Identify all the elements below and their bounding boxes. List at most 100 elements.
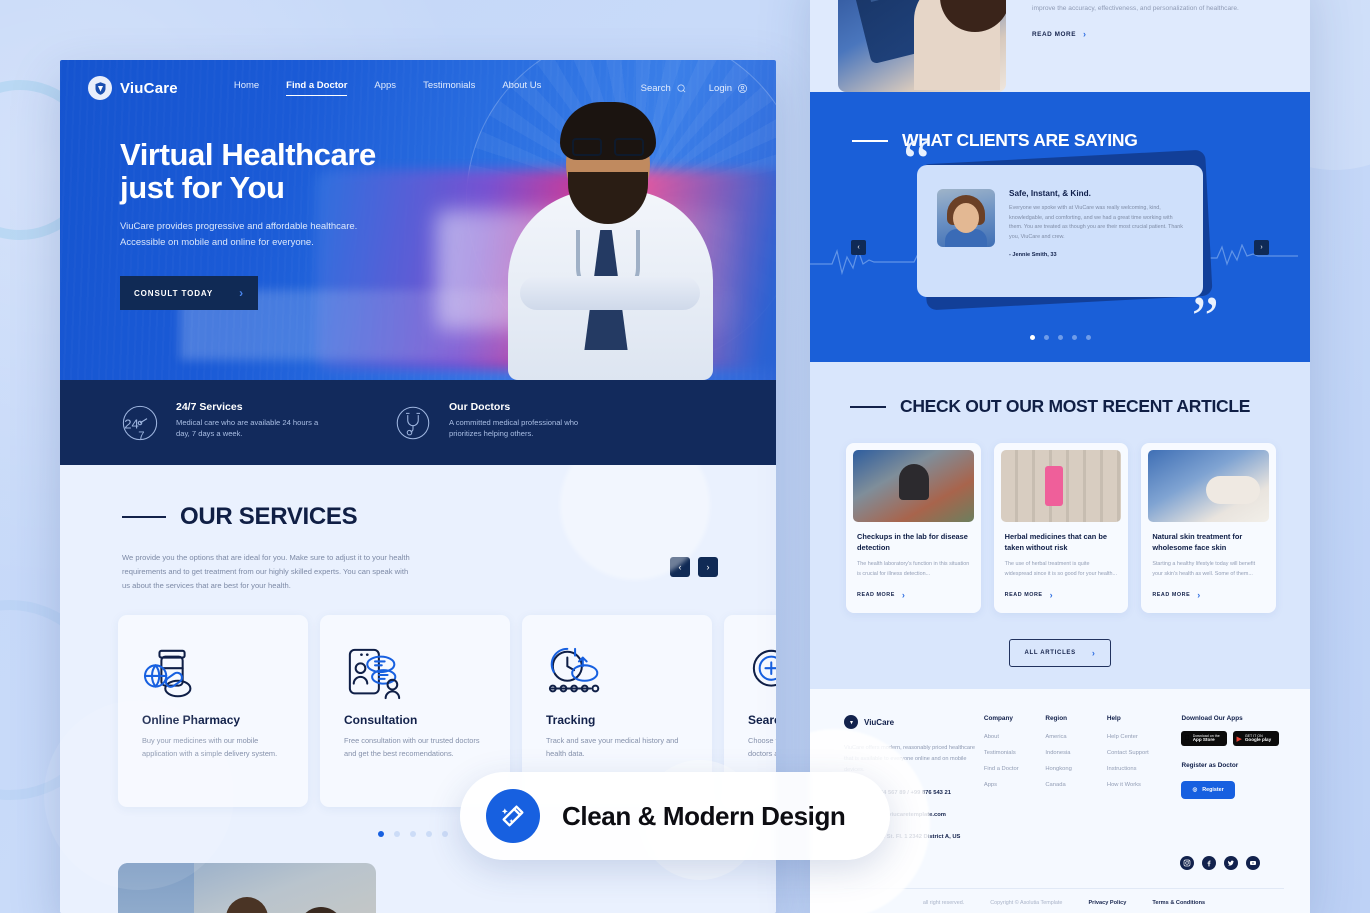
footer-brand[interactable]: ViuCare <box>844 715 984 730</box>
facebook-icon[interactable] <box>1202 856 1216 871</box>
carousel-dot[interactable] <box>410 831 416 838</box>
hero-title-line2: just for You <box>120 170 285 206</box>
login-button[interactable]: Login <box>709 83 748 94</box>
clock-tracking-icon <box>546 641 690 707</box>
articles-card-list: Checkups in the lab for disease detectio… <box>810 417 1310 614</box>
clock-24-7-icon: 24 7 <box>118 401 162 445</box>
carousel-dot[interactable] <box>394 831 400 838</box>
consult-today-button[interactable]: CONSULT TODAY › <box>120 276 259 311</box>
footer-link-hongkong[interactable]: Hongkong <box>1045 766 1107 772</box>
appstore-button[interactable]:  Download on the App Store <box>1181 731 1228 747</box>
service-text: Choose from a wide range of specialist d… <box>748 736 776 759</box>
footer-link-apps[interactable]: Apps <box>984 782 1046 788</box>
register-doctor-button[interactable]: ◎ Register <box>1181 781 1235 800</box>
footer-rights: all right reserved. <box>922 900 965 907</box>
appstore-big-label: App Store <box>1187 737 1215 743</box>
chat-phone-icon <box>344 641 488 707</box>
footer-link-testimonials[interactable]: Testimonials <box>984 750 1046 756</box>
search-button[interactable]: Search <box>641 83 687 94</box>
heading-rule <box>852 139 888 142</box>
footer-link-america[interactable]: America <box>1045 734 1107 740</box>
carousel-dot[interactable] <box>1029 335 1035 340</box>
services-description: We provide you the options that are idea… <box>122 553 410 591</box>
carousel-dot[interactable] <box>1071 335 1077 340</box>
article-read-more-link[interactable]: READ MORE › <box>857 590 905 600</box>
footer-terms-link[interactable]: Terms & Conditions <box>1152 900 1205 906</box>
testimonial-carousel-dots <box>810 335 1310 340</box>
viucare-logo-icon <box>844 715 858 730</box>
testimonial-body: Everyone we spoke with at ViuCare was re… <box>1009 205 1184 240</box>
testimonial-avatar <box>937 189 995 247</box>
article-read-more-link[interactable]: READ MORE › <box>1152 590 1200 600</box>
carousel-dot[interactable] <box>1043 335 1049 340</box>
brand-logo[interactable]: ViuCare <box>88 76 178 100</box>
right-page-mockup: CONNECTIONS Discover how we are utilizin… <box>810 0 1310 913</box>
all-articles-button[interactable]: ALL ARTICLES › <box>1009 639 1111 668</box>
feature-text: Medical care who are available 24 hours … <box>176 417 319 439</box>
footer-link-canada[interactable]: Canada <box>1045 782 1107 788</box>
article-excerpt: The use of herbal treatment is quite wid… <box>1004 561 1118 577</box>
carousel-dot[interactable] <box>378 831 384 838</box>
article-thumbnail <box>1000 450 1122 522</box>
testimonial-prev-button[interactable]: ‹ <box>851 240 866 255</box>
nav-links: Home Find a Doctor Apps Testimonials Abo… <box>234 80 541 96</box>
footer-link-contact-support[interactable]: Contact Support <box>1107 750 1182 756</box>
footer-copyright: Copyright © Asolutia Template <box>990 900 1063 907</box>
chevron-right-icon: › <box>239 286 245 301</box>
instagram-icon[interactable] <box>1180 856 1194 871</box>
articles-heading: CHECK OUT OUR MOST RECENT ARTICLE <box>810 396 1310 417</box>
svg-text:7: 7 <box>138 429 144 441</box>
chevron-right-icon: › <box>1091 648 1096 659</box>
article-card[interactable]: Natural skin treatment for wholesome fac… <box>1141 443 1277 614</box>
nav-item-testimonials[interactable]: Testimonials <box>423 80 475 96</box>
footer-privacy-policy-link[interactable]: Privacy Policy <box>1088 900 1126 906</box>
article-card[interactable]: Checkups in the lab for disease detectio… <box>846 443 981 614</box>
services-next-button[interactable]: › <box>698 557 718 577</box>
feature-item: 24 7 24/7 Services Medical care who are a… <box>118 401 333 445</box>
service-title: Consultation <box>344 713 418 728</box>
footer-column-apps: Download Our Apps  Download on the App … <box>1181 715 1284 842</box>
apple-icon:  <box>1184 735 1189 742</box>
nav-item-home[interactable]: Home <box>234 80 259 96</box>
footer-link-indonesia[interactable]: Indonesia <box>1045 750 1107 756</box>
nav-item-find-a-doctor[interactable]: Find a Doctor <box>286 80 348 96</box>
twitter-icon[interactable] <box>1224 856 1238 871</box>
service-title: Search <box>748 713 776 728</box>
stethoscope-icon <box>391 401 435 445</box>
testimonial-next-button[interactable]: › <box>1254 240 1269 255</box>
googleplay-big-label: Google play <box>1244 737 1272 743</box>
svg-text:24: 24 <box>124 416 139 431</box>
hero-doctor-image <box>480 80 740 380</box>
footer-column-help: Help Help Center Contact Support Instruc… <box>1107 715 1182 842</box>
all-articles-label: ALL ARTICLES <box>1024 650 1076 657</box>
articles-heading-text: CHECK OUT OUR MOST RECENT ARTICLE <box>900 396 1251 416</box>
nav-item-apps[interactable]: Apps <box>374 80 396 96</box>
footer-link-how-it-works[interactable]: How it Works <box>1107 782 1182 788</box>
article-card[interactable]: Herbal medicines that can be taken witho… <box>993 443 1129 614</box>
footer-link-instructions[interactable]: Instructions <box>1107 766 1182 772</box>
footer-link-find-a-doctor[interactable]: Find a Doctor <box>984 766 1046 772</box>
consult-today-label: CONSULT TODAY <box>134 288 214 298</box>
article-read-more-link[interactable]: READ MORE › <box>1005 590 1053 600</box>
carousel-dot[interactable] <box>426 831 432 838</box>
nav-item-about-us[interactable]: About Us <box>502 80 541 96</box>
carousel-dot[interactable] <box>442 831 448 838</box>
connections-image <box>838 0 1006 92</box>
search-label: Search <box>640 82 671 94</box>
youtube-icon[interactable] <box>1246 856 1260 871</box>
googleplay-button[interactable]: ▶ GET IT ON Google play <box>1233 731 1280 747</box>
testimonials-section: WHAT CLIENTS ARE SAYING “ Safe, Instant,… <box>810 92 1310 362</box>
carousel-dot[interactable] <box>1085 335 1091 340</box>
services-heading-text: OUR SERVICES <box>180 503 358 530</box>
footer-column-title: Help <box>1106 715 1121 723</box>
footer-link-about[interactable]: About <box>984 734 1046 740</box>
footer-link-help-center[interactable]: Help Center <box>1107 734 1182 740</box>
read-more-label: READ MORE <box>1004 592 1043 599</box>
carousel-dot[interactable] <box>1057 335 1063 340</box>
feature-badge: Clean & Modern Design <box>460 772 890 860</box>
heading-rule <box>122 516 166 518</box>
connections-read-more-link[interactable]: READ MORE › <box>1032 29 1087 39</box>
article-title: Herbal medicines that can be taken witho… <box>1004 532 1107 552</box>
article-title: Checkups in the lab for disease detectio… <box>857 532 968 552</box>
article-excerpt: The health laboratory's function in this… <box>857 561 970 577</box>
